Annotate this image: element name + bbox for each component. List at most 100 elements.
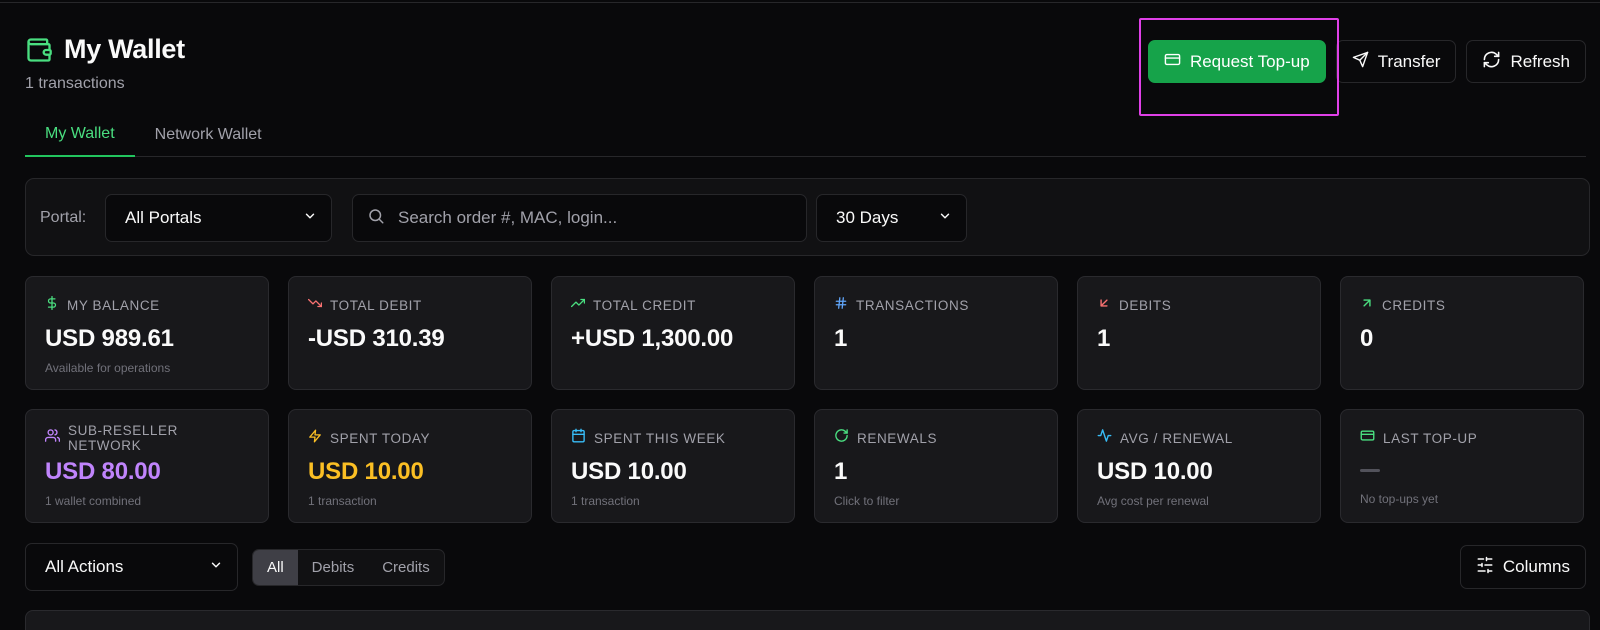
page-header: My Wallet 1 transactions [25, 34, 185, 93]
card-value: 0 [1360, 325, 1374, 352]
search-icon [367, 207, 385, 230]
send-icon [1352, 51, 1369, 73]
page-title: My Wallet [64, 34, 185, 64]
columns-button[interactable]: Columns [1459, 545, 1586, 589]
type-segmented-control: All Debits Credits [252, 549, 445, 586]
card-transactions: TRANSACTIONS 1 [814, 276, 1058, 390]
search-field[interactable] [352, 194, 807, 242]
card-subtext: Click to filter [834, 494, 900, 508]
card-value: USD 80.00 [45, 458, 161, 485]
transactions-table [25, 610, 1590, 630]
card-label: CREDITS [1382, 297, 1446, 313]
card-label: SPENT THIS WEEK [594, 430, 726, 446]
credit-card-icon [1360, 428, 1375, 448]
card-label: AVG / RENEWAL [1120, 430, 1233, 446]
card-label: LAST TOP-UP [1383, 430, 1478, 446]
card-value: USD 989.61 [45, 325, 174, 352]
period-select-value: 30 Days [836, 208, 899, 227]
refresh-icon [834, 428, 849, 448]
chevron-down-icon [209, 557, 223, 577]
card-debits: DEBITS 1 [1077, 276, 1321, 390]
tab-network-wallet[interactable]: Network Wallet [135, 113, 282, 157]
transaction-count: 1 transactions [25, 75, 125, 92]
card-label: RENEWALS [857, 430, 938, 446]
card-spent-this-week: SPENT THIS WEEK USD 10.00 1 transaction [551, 409, 795, 523]
tab-label: My Wallet [45, 125, 115, 142]
card-value: 1 [834, 458, 848, 485]
users-icon [44, 428, 61, 448]
arrow-up-right-icon [1360, 296, 1374, 315]
card-label: MY BALANCE [67, 297, 160, 313]
card-label: SUB-RESELLER NETWORK [68, 423, 178, 453]
card-sub-reseller-network: SUB-RESELLER NETWORK USD 80.00 1 wallet … [25, 409, 269, 523]
card-value: +USD 1,300.00 [571, 325, 734, 352]
trending-up-icon [570, 296, 586, 315]
card-label: TOTAL CREDIT [593, 297, 696, 313]
card-total-debit: TOTAL DEBIT -USD 310.39 [288, 276, 532, 390]
credit-card-icon [1164, 51, 1181, 73]
tab-label: Network Wallet [154, 126, 262, 143]
zap-icon [308, 429, 322, 448]
header-actions: Request Top-up Transfer Refresh [1147, 40, 1586, 83]
hash-icon [834, 296, 848, 315]
card-value: USD 10.00 [1097, 458, 1213, 485]
actions-filter-select[interactable]: All Actions [25, 543, 238, 591]
card-last-topup: LAST TOP-UP No top-ups yet [1340, 409, 1584, 523]
card-spent-today: SPENT TODAY USD 10.00 1 transaction [288, 409, 532, 523]
top-divider [0, 2, 1600, 3]
arrow-down-left-icon [1097, 296, 1111, 315]
transfer-button[interactable]: Transfer [1335, 40, 1457, 83]
card-label: SPENT TODAY [330, 430, 431, 446]
card-subtext: 1 transaction [308, 494, 377, 508]
request-topup-button[interactable]: Request Top-up [1147, 40, 1326, 83]
card-my-balance: MY BALANCE USD 989.61 Available for oper… [25, 276, 269, 390]
refresh-label: Refresh [1510, 51, 1570, 71]
dollar-icon [45, 295, 59, 315]
tab-my-wallet[interactable]: My Wallet [25, 113, 135, 157]
activity-icon [1097, 428, 1112, 448]
trending-down-icon [307, 296, 323, 315]
search-input[interactable] [398, 208, 788, 228]
period-select[interactable]: 30 Days [816, 194, 967, 242]
transfer-label: Transfer [1377, 51, 1441, 71]
card-label: DEBITS [1119, 297, 1172, 313]
card-value: USD 10.00 [571, 458, 687, 485]
segment-all[interactable]: All [253, 550, 298, 585]
filter-bar: Portal: All Portals 30 Days [25, 178, 1590, 256]
segment-label: All [267, 559, 284, 576]
refresh-button[interactable]: Refresh [1466, 40, 1586, 83]
card-subtext: No top-ups yet [1360, 492, 1439, 506]
segment-label: Debits [311, 559, 355, 576]
columns-label: Columns [1502, 557, 1570, 576]
title-row: My Wallet [25, 34, 185, 65]
card-label: TRANSACTIONS [856, 297, 969, 313]
chevron-down-icon [938, 208, 952, 228]
card-credits: CREDITS 0 [1340, 276, 1584, 390]
request-topup-label: Request Top-up [1189, 51, 1310, 71]
card-avg-renewal: AVG / RENEWAL USD 10.00 Avg cost per ren… [1077, 409, 1321, 523]
actions-filter-value: All Actions [45, 557, 124, 576]
card-subtext: 1 transaction [571, 494, 640, 508]
portal-select[interactable]: All Portals [105, 194, 332, 242]
card-label: TOTAL DEBIT [330, 297, 422, 313]
card-value: USD 10.00 [308, 458, 424, 485]
refresh-icon [1482, 50, 1501, 74]
portal-label: Portal: [40, 209, 87, 226]
card-value: 1 [834, 325, 848, 352]
card-subtext: Avg cost per renewal [1097, 494, 1209, 508]
segment-label: Credits [382, 559, 430, 576]
segment-credits[interactable]: Credits [368, 550, 444, 585]
segment-debits[interactable]: Debits [298, 550, 369, 585]
card-subtext: Available for operations [45, 361, 171, 375]
sliders-icon [1476, 556, 1494, 579]
card-renewals[interactable]: RENEWALS 1 Click to filter [814, 409, 1058, 523]
wallet-icon [25, 36, 53, 64]
empty-value-dash [1360, 469, 1380, 472]
card-value: 1 [1097, 325, 1111, 352]
chevron-down-icon [303, 208, 317, 228]
calendar-icon [571, 428, 586, 448]
card-subtext: 1 wallet combined [45, 494, 142, 508]
card-total-credit: TOTAL CREDIT +USD 1,300.00 [551, 276, 795, 390]
card-value: -USD 310.39 [308, 325, 445, 352]
portal-select-value: All Portals [125, 208, 202, 227]
